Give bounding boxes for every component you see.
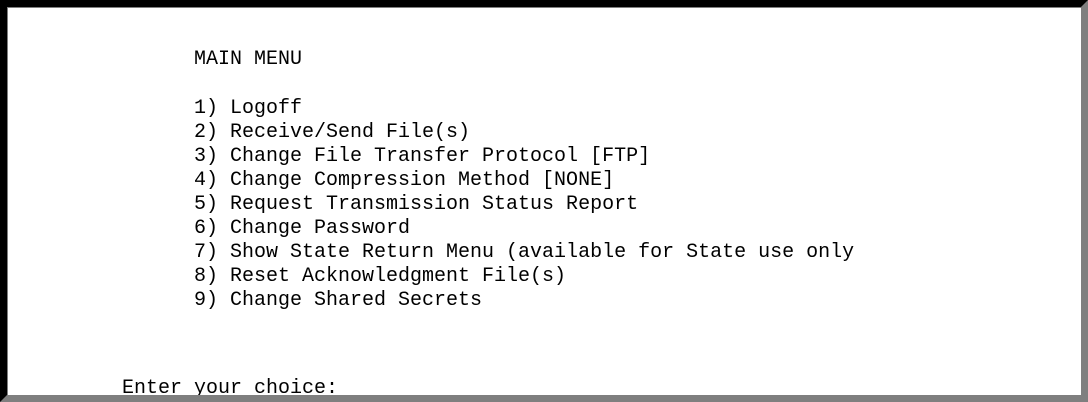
- menu-item-change-shared-secrets[interactable]: 9) Change Shared Secrets: [194, 289, 482, 313]
- menu-item-request-transmission-status-report[interactable]: 5) Request Transmission Status Report: [194, 193, 638, 217]
- menu-title: MAIN MENU: [194, 48, 303, 71]
- menu-item-logoff[interactable]: 1) Logoff: [194, 97, 302, 121]
- menu-item-show-state-return-menu[interactable]: 7) Show State Return Menu (available for…: [194, 241, 854, 265]
- terminal-window: MAIN MENU 1) Logoff 2) Receive/Send File…: [0, 0, 1088, 402]
- menu-item-receive-send-files[interactable]: 2) Receive/Send File(s): [194, 121, 470, 145]
- menu-item-reset-acknowledgment-files[interactable]: 8) Reset Acknowledgment File(s): [194, 265, 566, 289]
- menu-item-change-password[interactable]: 6) Change Password: [194, 217, 410, 241]
- menu-item-change-compression-method[interactable]: 4) Change Compression Method [NONE]: [194, 169, 614, 193]
- menu-item-change-file-transfer-protocol[interactable]: 3) Change File Transfer Protocol [FTP]: [194, 145, 650, 169]
- terminal-screen: MAIN MENU 1) Logoff 2) Receive/Send File…: [7, 7, 1081, 395]
- choice-prompt[interactable]: Enter your choice:: [122, 377, 338, 395]
